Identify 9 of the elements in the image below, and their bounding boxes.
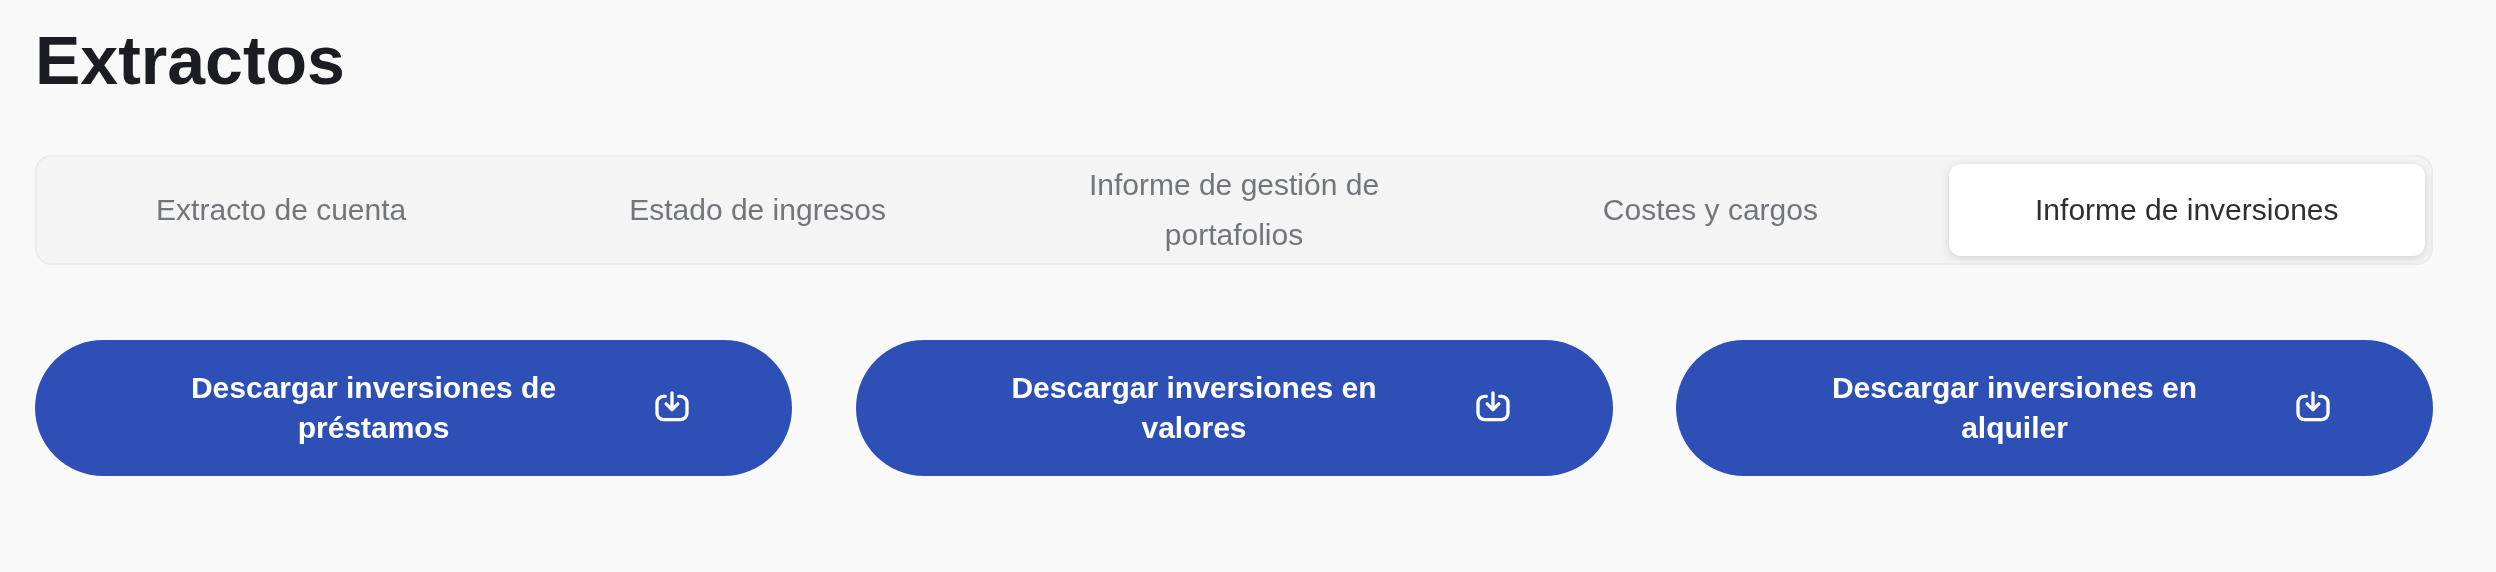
page-title: Extractos [35,21,345,100]
tab[interactable]: Informe de gestión de portafolios [995,164,1473,256]
tab[interactable]: Informe de inversiones [1948,164,2425,256]
tab[interactable]: Estado de ingresos [519,164,996,256]
download-button[interactable]: Descargar inversiones de préstamos [35,340,792,476]
tab[interactable]: Costes y cargos [1472,164,1949,256]
download-button[interactable]: Descargar inversiones en alquiler [1676,340,2433,476]
tab[interactable]: Extracto de cuenta [43,164,520,256]
download-button[interactable]: Descargar inversiones en valores [855,340,1613,476]
